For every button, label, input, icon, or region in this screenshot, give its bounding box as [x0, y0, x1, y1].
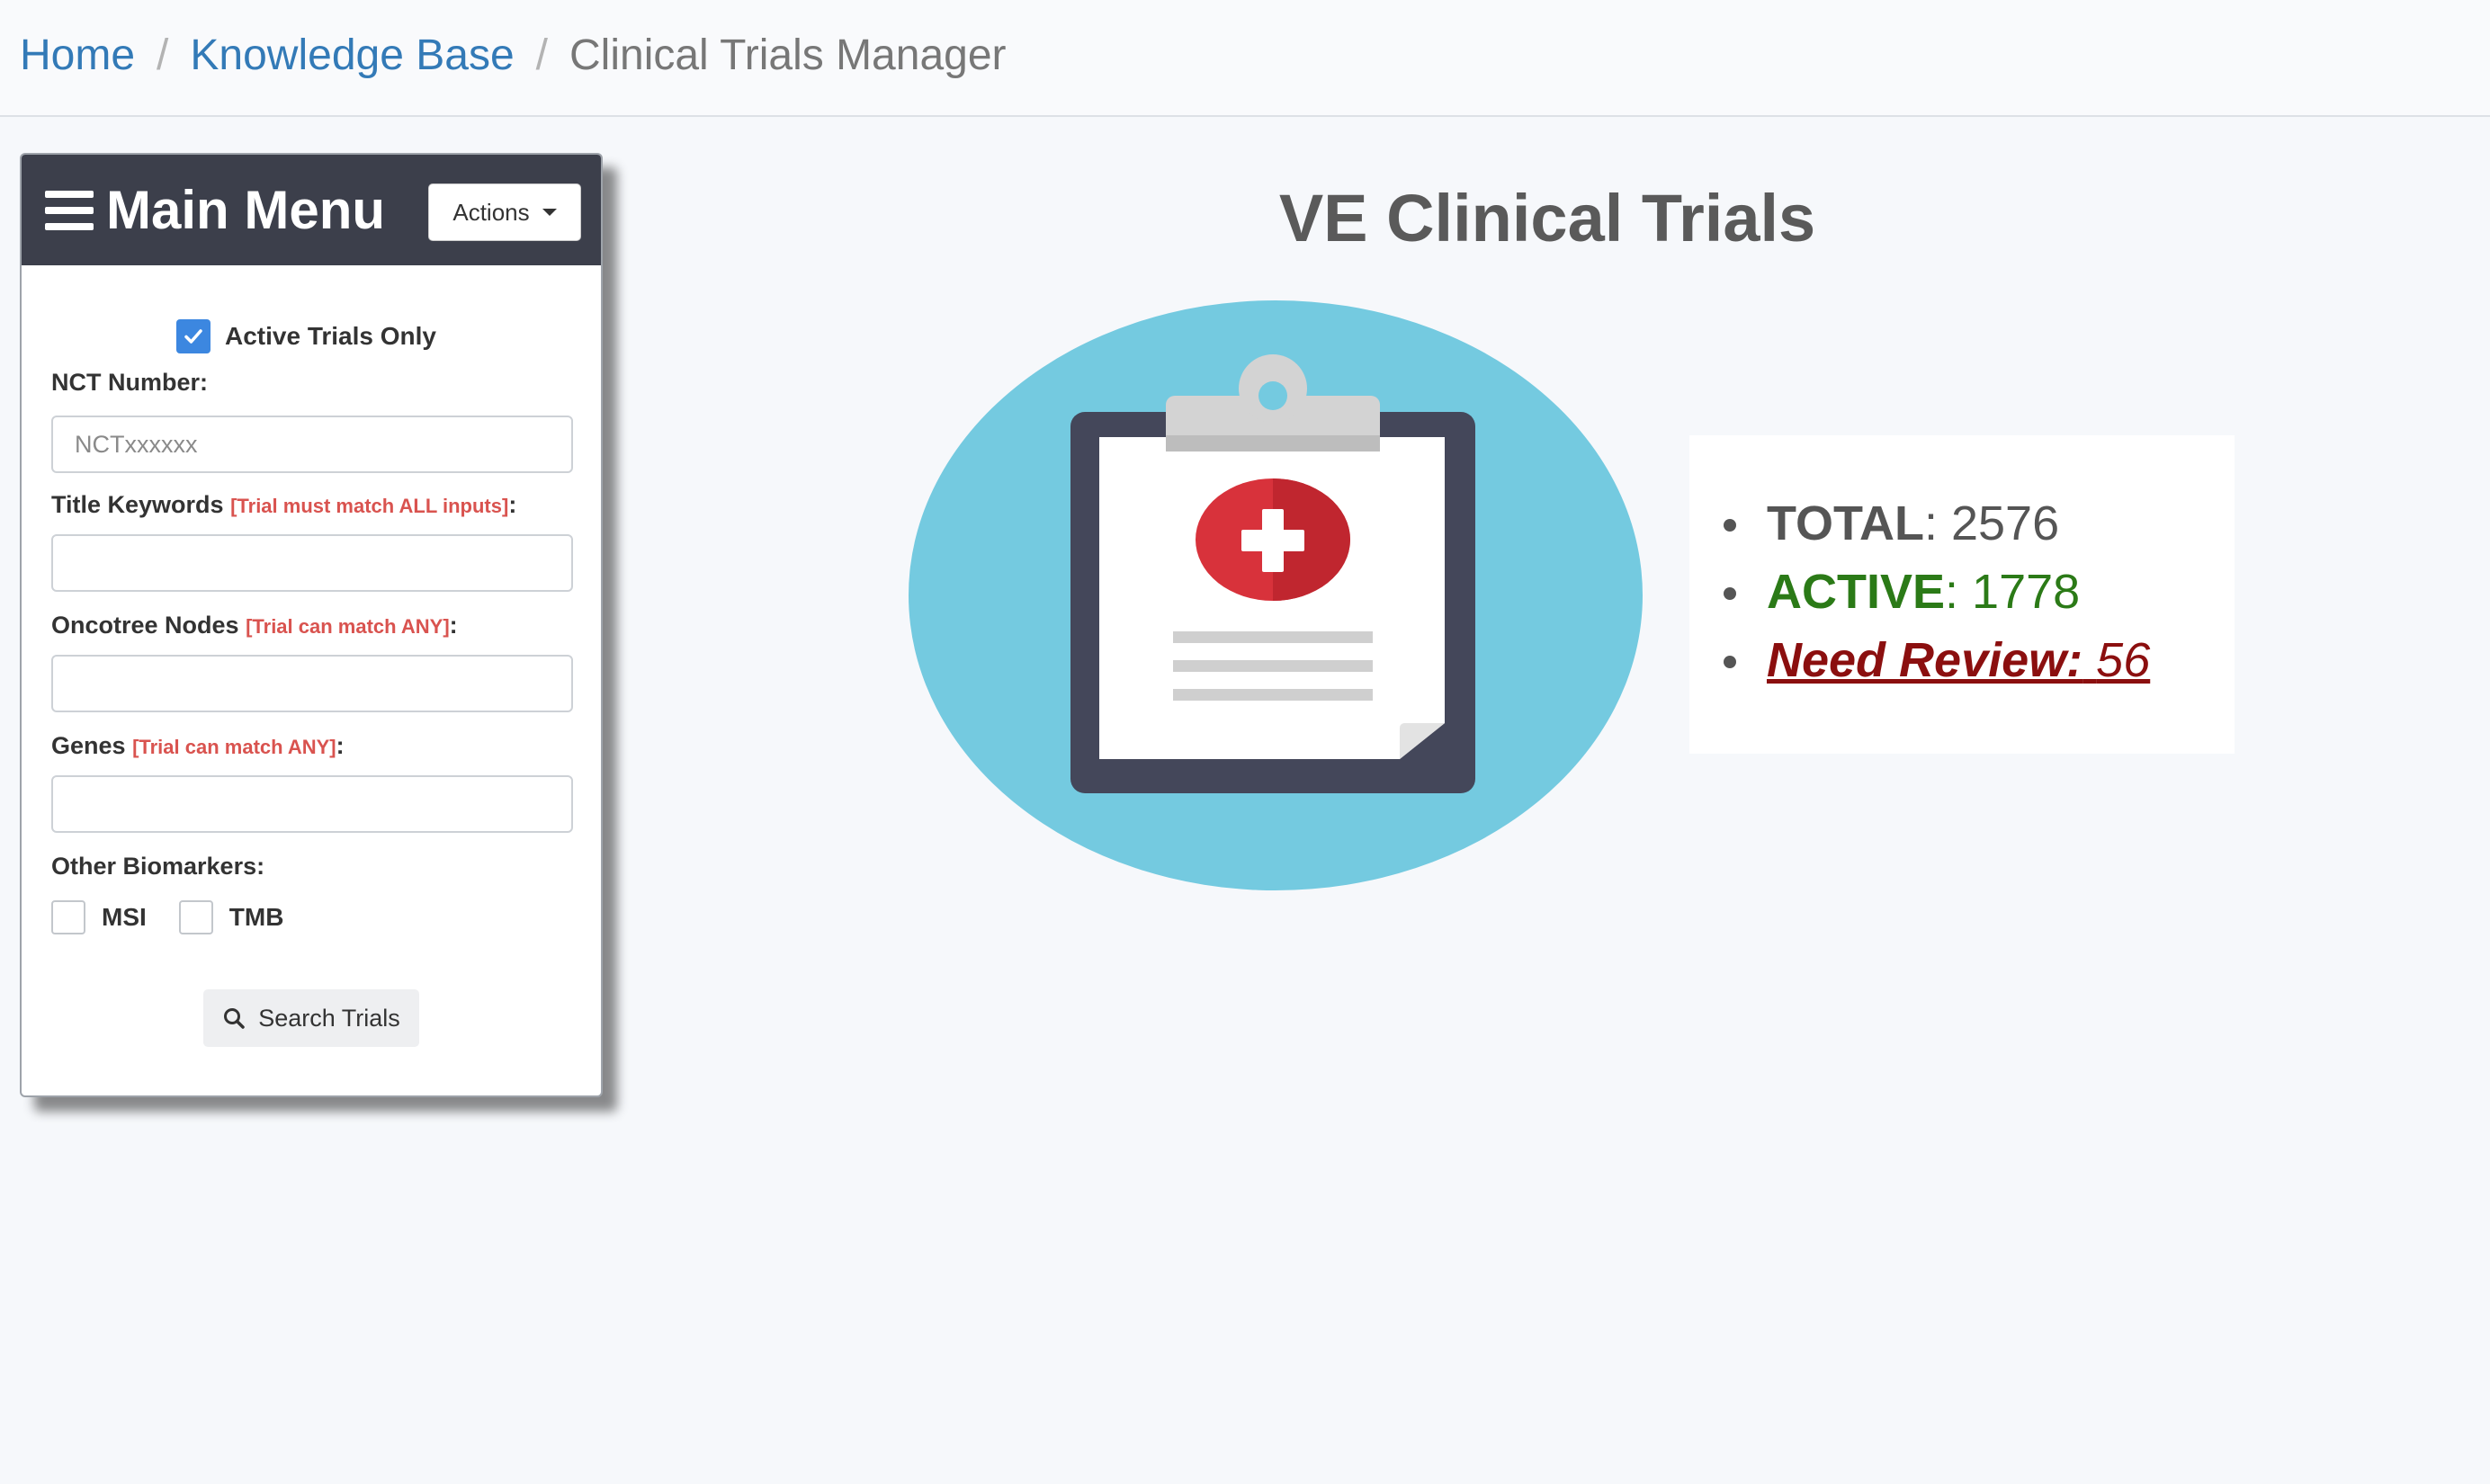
genes-colon: :: [336, 732, 345, 759]
active-value: : 1778: [1945, 565, 2081, 619]
trial-stats-box: TOTAL: 2576 ACTIVE: 1778 Need Review: 56: [1689, 435, 2235, 754]
check-icon: [184, 329, 202, 344]
breadcrumb: Home / Knowledge Base / Clinical Trials Mana…: [20, 27, 1007, 85]
active-trials-only-row: Active Trials Only: [176, 317, 436, 356]
msi-label: MSI: [102, 903, 147, 931]
breadcrumb-home-link[interactable]: Home: [20, 31, 135, 79]
tmb-checkbox[interactable]: [178, 900, 213, 934]
genes-label-text: Genes: [51, 732, 126, 759]
active-stat: ACTIVE: 1778: [1723, 558, 2150, 626]
actions-dropdown-button[interactable]: Actions: [428, 183, 581, 241]
active-trials-only-checkbox[interactable]: [176, 319, 210, 353]
title-keywords-label-text: Title Keywords: [51, 491, 224, 518]
title-keywords-label: Title Keywords [Trial must match ALL inp…: [51, 491, 516, 519]
actions-label: Actions: [452, 198, 530, 226]
oncotree-nodes-label: Oncotree Nodes [Trial can match ANY]:: [51, 612, 458, 639]
need-review-value: 56: [2096, 633, 2151, 687]
total-label: TOTAL: [1767, 496, 1924, 550]
msi-checkbox[interactable]: [51, 900, 85, 934]
page-title: VE Clinical Trials: [1278, 181, 1816, 255]
tmb-label: TMB: [228, 903, 284, 931]
nct-number-label-text: NCT Number:: [51, 369, 208, 396]
breadcrumb-separator: /: [535, 31, 548, 79]
hamburger-icon[interactable]: [45, 191, 94, 230]
oncotree-nodes-colon: :: [449, 612, 458, 639]
title-keywords-input[interactable]: [51, 534, 573, 592]
breadcrumb-separator: /: [157, 31, 169, 79]
breadcrumb-current: Clinical Trials Manager: [569, 31, 1007, 79]
medical-clipboard-icon: [909, 300, 1643, 890]
nct-number-label: NCT Number:: [51, 369, 208, 397]
other-biomarkers-label: Other Biomarkers:: [51, 853, 265, 880]
search-trials-label: Search Trials: [258, 1004, 400, 1032]
caret-down-icon: [542, 209, 557, 216]
main-menu-panel: Main Menu Actions Active Trials Only NCT…: [20, 153, 603, 1097]
total-value: : 2576: [1923, 496, 2060, 550]
genes-hint: [Trial can match ANY]: [132, 736, 336, 758]
oncotree-nodes-hint: [Trial can match ANY]: [246, 615, 450, 638]
total-stat: TOTAL: 2576: [1723, 489, 2150, 558]
need-review-link[interactable]: Need Review: 56: [1767, 633, 2150, 687]
need-review-label: Need Review:: [1767, 633, 2083, 687]
genes-input[interactable]: [51, 775, 573, 833]
title-keywords-colon: :: [508, 491, 517, 518]
trial-stats-list: TOTAL: 2576 ACTIVE: 1778 Need Review: 56: [1723, 489, 2150, 694]
genes-label: Genes [Trial can match ANY]:: [51, 732, 345, 760]
breadcrumb-knowledge-base-link[interactable]: Knowledge Base: [190, 31, 514, 79]
title-keywords-hint: [Trial must match ALL inputs]: [230, 495, 509, 517]
oncotree-nodes-label-text: Oncotree Nodes: [51, 612, 239, 639]
top-bar: Home / Knowledge Base / Clinical Trials Mana…: [0, 0, 2490, 117]
main-menu-header: Main Menu Actions: [22, 155, 601, 265]
active-label: ACTIVE: [1767, 565, 1946, 619]
need-review-stat: Need Review: 56: [1723, 626, 2150, 694]
main-menu-title: Main Menu: [106, 180, 385, 240]
nct-number-input[interactable]: [51, 416, 573, 473]
biomarkers-row: MSI TMB: [51, 898, 316, 937]
active-trials-only-label: Active Trials Only: [225, 322, 436, 350]
search-icon: [224, 1008, 245, 1029]
oncotree-nodes-input[interactable]: [51, 655, 573, 712]
search-trials-button[interactable]: Search Trials: [203, 989, 419, 1047]
